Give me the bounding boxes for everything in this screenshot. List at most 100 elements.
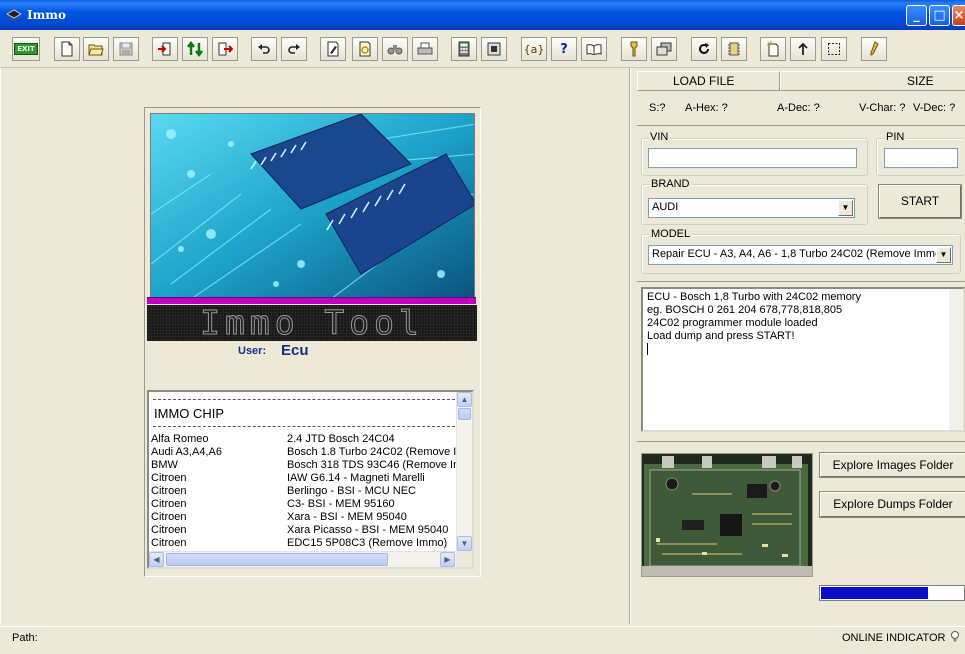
upload-icon <box>798 42 808 55</box>
divider <box>637 441 965 442</box>
exit-button[interactable]: EXIT <box>12 37 40 61</box>
log-line: eg. BOSCH 0 261 204 678,778,818,805 <box>647 304 843 316</box>
list-item[interactable]: Alfa Romeo 2.4 JTD Bosch 24C04 <box>151 433 459 446</box>
left-edge <box>0 68 1 624</box>
printer-icon <box>417 42 433 55</box>
list-item[interactable]: Audi A3,A4,A6 Bosch 1.8 Turbo 24C02 (Remo… <box>151 446 459 459</box>
list-item[interactable]: BMW Bosch 318 TDS 93C46 (Remove Im <box>151 459 459 472</box>
start-button[interactable]: START <box>878 184 962 219</box>
chip-button[interactable] <box>721 37 747 61</box>
model-label: MODEL <box>649 228 693 240</box>
close-button[interactable]: × <box>952 5 965 26</box>
log-memo[interactable]: ECU - Bosch 1,8 Turbo with 24C02 memory e… <box>641 287 965 432</box>
open-folder-icon <box>88 44 104 56</box>
list-item-module: EDC15 5P08C3 (Remove Immo) <box>287 537 448 549</box>
reload-button[interactable] <box>691 37 717 61</box>
chevron-down-icon[interactable]: ▼ <box>838 200 853 216</box>
manual-button[interactable] <box>581 37 607 61</box>
status-bar <box>0 626 965 654</box>
maximize-button[interactable]: □ <box>929 5 950 26</box>
vin-input[interactable] <box>648 148 857 168</box>
scroll-up-button[interactable]: ▲ <box>457 392 472 407</box>
led-banner: Immo Tool <box>147 304 477 341</box>
select-area-icon <box>828 43 840 55</box>
list-item-module: Berlingo - BSI - MCU NEC <box>287 485 416 497</box>
import-icon <box>158 42 171 56</box>
import-button[interactable] <box>152 37 178 61</box>
immo-chip-list[interactable]: IMMO CHIP Alfa Romeo 2.4 JTD Bosch 24C04 A… <box>147 390 474 569</box>
manual-book-icon <box>586 44 602 55</box>
scroll-thumb[interactable] <box>458 408 471 420</box>
size-header[interactable]: SIZE <box>780 71 965 91</box>
edit-doc-button[interactable] <box>320 37 346 61</box>
open-button[interactable] <box>83 37 109 61</box>
explore-dumps-button[interactable]: Explore Dumps Folder <box>819 491 965 518</box>
list-item-module: Bosch 318 TDS 93C46 (Remove Im <box>287 459 459 471</box>
list-item-module: Xara Picasso - BSI - MEM 95040 <box>287 524 449 536</box>
horizontal-scrollbar[interactable]: ◀ ▶ <box>149 551 456 567</box>
list-item[interactable]: Citroen Xara - BSI - MEM 95040 <box>151 511 459 524</box>
load-file-label: LOAD FILE <box>673 74 735 88</box>
list-divider <box>153 426 455 427</box>
scroll-right-button[interactable]: ▶ <box>440 552 455 567</box>
list-item[interactable]: Citroen Xara Picasso - BSI - MEM 95040 <box>151 524 459 537</box>
windows-button[interactable] <box>651 37 677 61</box>
new-doc-button[interactable] <box>760 37 786 61</box>
brand-label: BRAND <box>649 178 692 190</box>
vertical-scrollbar[interactable]: ▲ ▼ <box>456 392 472 552</box>
model-select[interactable]: Repair ECU - A3, A4, A6 - 1,8 Turbo 24C0… <box>648 245 953 265</box>
new-file-button[interactable] <box>54 37 80 61</box>
undo-button[interactable] <box>251 37 277 61</box>
calculator-button[interactable] <box>451 37 477 61</box>
v-dec-readout: V-Dec: ? <box>913 102 956 114</box>
find-button[interactable] <box>382 37 408 61</box>
path-label: Path: <box>12 632 38 644</box>
list-item[interactable]: Citroen C3- BSI - MEM 95160 <box>151 498 459 511</box>
list-item-make: Citroen <box>151 511 187 523</box>
list-item-make: Citroen <box>151 472 187 484</box>
list-item[interactable]: Citroen EDC15 5P08C3 (Remove Immo) <box>151 537 459 550</box>
list-item[interactable]: Citroen IAW G6.14 - Magneti Marelli <box>151 472 459 485</box>
refresh-doc-icon <box>359 41 371 57</box>
save-button[interactable] <box>113 37 139 61</box>
s-readout: S:? <box>649 102 666 114</box>
list-item-make: Citroen <box>151 498 187 510</box>
scroll-left-button[interactable]: ◀ <box>149 552 164 567</box>
variable-button[interactable]: {a} <box>521 37 547 61</box>
upload-button[interactable] <box>790 37 816 61</box>
pin-label: PIN <box>884 131 907 143</box>
refresh-doc-button[interactable] <box>352 37 378 61</box>
help-button[interactable]: ? <box>551 37 577 61</box>
undo-icon <box>258 44 270 54</box>
app-icon <box>6 9 22 21</box>
a-hex-readout: A-Hex: ? <box>685 102 728 114</box>
export-button[interactable] <box>212 37 238 61</box>
tools-button[interactable] <box>621 37 647 61</box>
v-char-readout: V-Char: ? <box>859 102 906 114</box>
divider <box>637 125 965 126</box>
list-item-make: Audi A3,A4,A6 <box>151 446 222 458</box>
list-item-module: Xara - BSI - MEM 95040 <box>287 511 407 523</box>
chip-view-button[interactable] <box>481 37 507 61</box>
user-label: User: <box>238 345 267 357</box>
minimize-button[interactable]: _ <box>906 5 927 26</box>
hscroll-thumb[interactable] <box>166 553 388 566</box>
explore-images-button[interactable]: Explore Images Folder <box>819 452 965 478</box>
redo-button[interactable] <box>281 37 307 61</box>
scroll-down-button[interactable]: ▼ <box>457 536 472 551</box>
probe-button[interactable] <box>861 37 887 61</box>
load-file-header[interactable]: LOAD FILE <box>637 71 780 91</box>
log-line: Load dump and press START! <box>647 330 795 342</box>
user-value: Ecu <box>281 342 309 359</box>
list-item-make: Citroen <box>151 485 187 497</box>
pin-input[interactable] <box>884 148 958 168</box>
list-item[interactable]: Citroen Berlingo - BSI - MCU NEC <box>151 485 459 498</box>
lightbulb-icon <box>951 631 959 642</box>
variable-icon: {a} <box>523 42 545 56</box>
brand-select[interactable]: AUDI ▼ <box>648 198 855 218</box>
chevron-down-icon[interactable]: ▼ <box>936 247 951 263</box>
select-area-button[interactable] <box>821 37 847 61</box>
memo-scrollbar[interactable] <box>949 289 963 430</box>
transfer-button[interactable] <box>182 37 208 61</box>
print-button[interactable] <box>412 37 438 61</box>
